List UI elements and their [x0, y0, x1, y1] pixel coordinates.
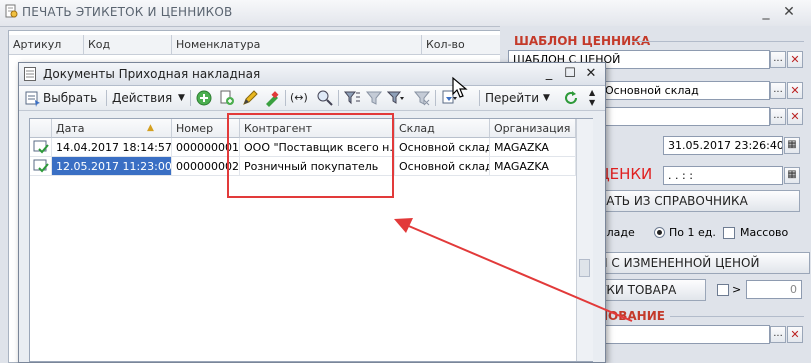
toolbar-separator: [190, 90, 191, 106]
basis-section-title: НОВАНИЕ: [598, 309, 665, 323]
main-window-titlebar: ПЕЧАТЬ ЭТИКЕТОК И ЦЕННИКОВ _ ✕: [0, 0, 811, 27]
posted-document-icon: [33, 140, 49, 154]
toolbar-overflow-icon[interactable]: ▲ ▼: [589, 88, 595, 108]
sort-asc-icon[interactable]: ▲: [147, 119, 154, 137]
col-header-organization[interactable]: Организация: [490, 119, 576, 138]
delete-mark-icon[interactable]: [263, 89, 281, 107]
document-icon: [24, 67, 36, 81]
extra-select-button[interactable]: ...: [770, 108, 786, 125]
clear-filter-icon[interactable]: [413, 89, 431, 107]
row-status-cell: [30, 157, 52, 176]
refresh-icon[interactable]: [562, 89, 580, 107]
posted-document-icon: [33, 159, 49, 173]
mass-checkbox[interactable]: [723, 227, 735, 239]
select-icon[interactable]: [24, 89, 42, 107]
radio-one-unit-label: По 1 ед.: [669, 226, 716, 239]
extra-clear-icon[interactable]: ✕: [787, 108, 803, 125]
warehouse-field[interactable]: Основной склад: [600, 81, 770, 100]
close-icon[interactable]: ✕: [582, 64, 600, 84]
dialog-titlebar: Документы Приходная накладная _ ☐ ✕: [19, 63, 605, 86]
cell-warehouse[interactable]: Основной склад: [395, 157, 490, 176]
dialog-toolbar: Выбрать Действия ▼ (↔) Перейти ▼ ▲ ▼: [19, 86, 605, 111]
pick-from-catalog-button[interactable]: РАТЬ ИЗ СПРАВОЧНИКА: [594, 190, 800, 212]
app-icon: [5, 4, 18, 18]
col-header-date-label: Дата: [56, 122, 85, 135]
cell-date[interactable]: 14.04.2017 18:14:57: [52, 138, 172, 157]
mouse-cursor-icon: [452, 76, 468, 98]
date-field[interactable]: 31.05.2017 23:26:40: [663, 136, 783, 155]
goto-menu[interactable]: Перейти: [485, 88, 539, 108]
prices-date-field[interactable]: . . : :: [663, 166, 783, 185]
edit-icon[interactable]: [241, 89, 259, 107]
cell-organization[interactable]: MAGAZKA: [490, 157, 576, 176]
warehouse-select-button[interactable]: ...: [770, 82, 786, 99]
goods-labels-button[interactable]: ТКИ ТОВАРА: [594, 279, 706, 301]
chevron-down-icon[interactable]: ▼: [543, 88, 550, 108]
documents-dialog: Документы Приходная накладная _ ☐ ✕ Выбр…: [18, 62, 606, 363]
mass-checkbox-label: Массово: [740, 226, 789, 239]
filter-list-icon[interactable]: [343, 89, 361, 107]
search-icon[interactable]: [316, 89, 334, 107]
calendar-icon-2[interactable]: ▦: [784, 167, 800, 184]
main-window-title: ПЕЧАТЬ ЭТИКЕТОК И ЦЕННИКОВ: [22, 5, 233, 19]
col-header-nomenclature[interactable]: Номенклатура: [172, 35, 422, 55]
add-icon[interactable]: [195, 89, 213, 107]
threshold-label: >: [732, 283, 742, 296]
section-divider-2: [670, 316, 804, 317]
basis-field[interactable]: [600, 325, 770, 344]
section-divider: [632, 41, 804, 42]
toolbar-separator: [338, 90, 339, 106]
template-select-button[interactable]: ...: [770, 51, 786, 68]
toolbar-separator: [285, 90, 286, 106]
minimize-icon[interactable]: _: [540, 64, 558, 84]
maximize-icon[interactable]: ☐: [561, 64, 579, 84]
toolbar-separator: [435, 90, 436, 106]
copy-icon[interactable]: [218, 89, 236, 107]
chevron-down-icon[interactable]: ▼: [178, 88, 185, 108]
actions-menu[interactable]: Действия: [112, 88, 172, 108]
calendar-icon[interactable]: ▦: [784, 137, 800, 154]
toolbar-separator: [479, 90, 480, 106]
col-header-date[interactable]: Дата ▲: [52, 119, 172, 138]
col-header-article[interactable]: Артикул: [9, 35, 84, 55]
dialog-title: Документы Приходная накладная: [43, 67, 261, 81]
cell-organization[interactable]: MAGAZKA: [490, 138, 576, 157]
prices-label: ЦЕНКИ: [598, 165, 653, 183]
toolbar-separator: [106, 90, 107, 106]
basis-select-button[interactable]: ...: [770, 326, 786, 343]
radio-one-unit[interactable]: [654, 227, 665, 238]
col-header-warehouse[interactable]: Склад: [395, 119, 490, 138]
changed-price-button[interactable]: Ы С ИЗМЕНЕННОЙ ЦЕНОЙ: [594, 252, 810, 274]
extra-field[interactable]: [600, 107, 770, 126]
select-button[interactable]: Выбрать: [43, 88, 97, 108]
filter-icon[interactable]: [365, 89, 383, 107]
close-icon[interactable]: ✕: [778, 2, 800, 22]
template-clear-icon[interactable]: ✕: [787, 51, 803, 68]
basis-clear-icon[interactable]: ✕: [787, 326, 803, 343]
col-header-icon[interactable]: [30, 119, 52, 138]
filter-dropdown-icon[interactable]: [387, 89, 405, 107]
minimize-icon[interactable]: _: [755, 2, 777, 22]
threshold-checkbox[interactable]: [717, 284, 729, 296]
cell-date[interactable]: 12.05.2017 11:23:00: [52, 157, 172, 176]
scrollbar-thumb[interactable]: [579, 259, 590, 277]
highlight-box: [227, 113, 394, 198]
col-header-code[interactable]: Код: [84, 35, 172, 55]
interval-icon[interactable]: (↔): [290, 88, 308, 108]
row-status-cell: [30, 138, 52, 157]
warehouse-clear-icon[interactable]: ✕: [787, 82, 803, 99]
col-header-qty[interactable]: Кол-во: [422, 35, 501, 55]
cell-warehouse[interactable]: Основной склад: [395, 138, 490, 157]
template-section-title: ШАБЛОН ЦЕННИКА: [514, 34, 651, 48]
vertical-scrollbar[interactable]: [576, 119, 593, 361]
threshold-field[interactable]: 0: [746, 280, 802, 299]
